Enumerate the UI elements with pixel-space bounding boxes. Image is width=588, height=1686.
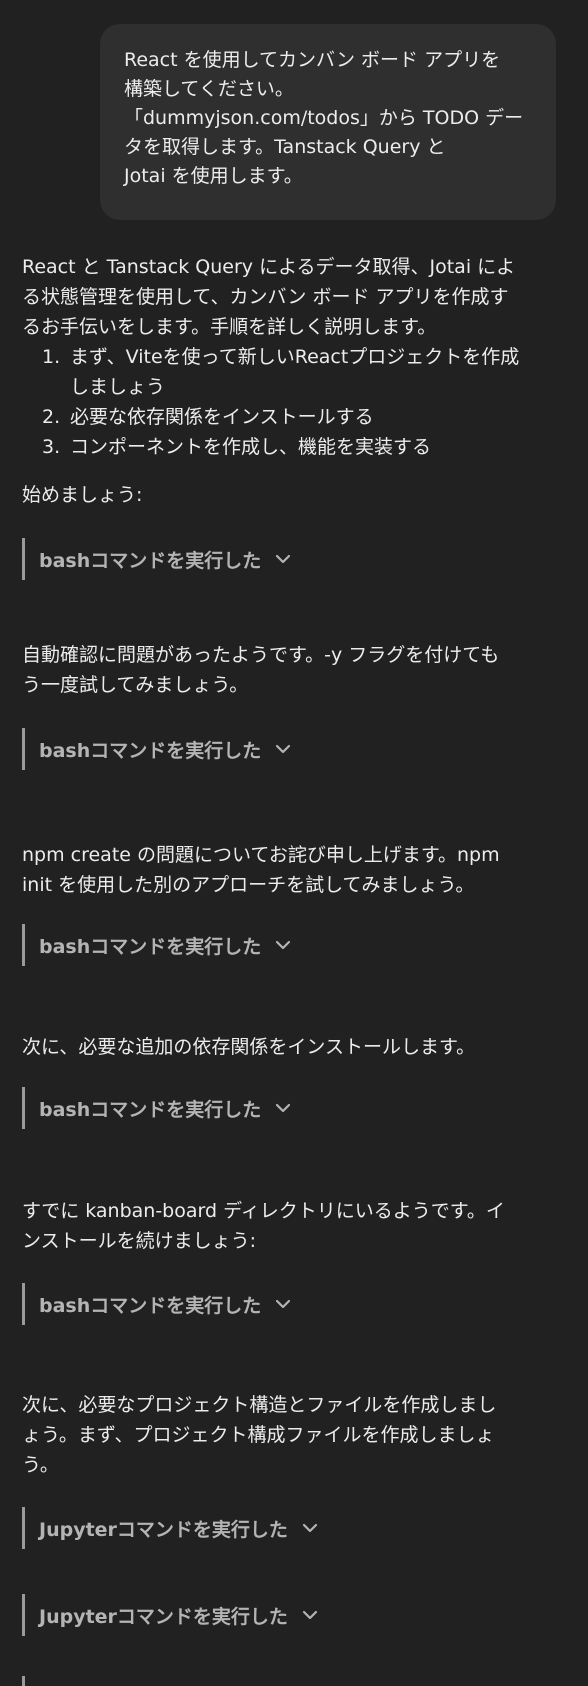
tool-call-jupyter-1[interactable]: Jupyterコマンドを実行した	[22, 1507, 320, 1549]
step-number: 3.	[42, 436, 61, 458]
step-text: コンポーネントを作成し、機能を実装する	[70, 436, 432, 458]
assistant-text-line: う。	[22, 1454, 59, 1476]
chevron-down-icon	[300, 1518, 320, 1538]
chevron-down-icon	[273, 549, 293, 569]
assistant-message-6: 次に、必要なプロジェクト構造とファイルを作成しまし ょう。まず、プロジェクト構成…	[22, 1390, 570, 1480]
step-number: 1.	[42, 346, 61, 368]
assistant-text-line: ンストールを続けましょう:	[22, 1230, 257, 1252]
tool-call-label: bashコマンドを実行した	[39, 1294, 262, 1317]
user-message-line: React を使用してカンバン ボード アプリを	[124, 49, 501, 71]
step-item: 2. 必要な依存関係をインストールする	[22, 402, 570, 432]
assistant-message-2: 自動確認に問題があったようです。-y フラグを付けても う一度試してみましょう。	[22, 640, 570, 700]
assistant-text-line: るお手伝いをします。手順を詳しく説明します。	[22, 316, 437, 338]
tool-call-label: Jupyterコマンドを実行した	[39, 1605, 288, 1628]
assistant-text-line: すでに kanban-board ディレクトリにいるようです。イ	[22, 1200, 505, 1222]
chevron-down-icon	[273, 935, 293, 955]
tool-call-bash-3[interactable]: bashコマンドを実行した	[22, 924, 293, 966]
assistant-text-line: init を使用した別のアプローチを試してみましょう。	[22, 874, 475, 896]
tool-call-bash-5[interactable]: bashコマンドを実行した	[22, 1283, 293, 1325]
step-text: 必要な依存関係をインストールする	[70, 406, 374, 428]
step-number: 2.	[42, 406, 61, 428]
tool-call-label: bashコマンドを実行した	[39, 935, 262, 958]
assistant-text-line: ょう。まず、プロジェクト構成ファイルを作成しましょ	[22, 1424, 495, 1446]
tool-call-label: bashコマンドを実行した	[39, 739, 262, 762]
assistant-text-line: 次に、必要なプロジェクト構造とファイルを作成しまし	[22, 1394, 497, 1416]
assistant-text-line: う一度試してみましょう。	[22, 674, 249, 696]
chevron-down-icon	[273, 1098, 293, 1118]
assistant-text-line: る状態管理を使用して、カンバン ボード アプリを作成す	[22, 286, 509, 308]
step-item: 1. まず、Viteを使って新しいReactプロジェクトを作成 しましょう	[22, 342, 570, 402]
user-message-line: Jotai を使用します。	[124, 165, 303, 187]
assistant-text-line: 自動確認に問題があったようです。-y フラグを付けても	[22, 644, 500, 666]
step-list: 1. まず、Viteを使って新しいReactプロジェクトを作成 しましょう 2.…	[22, 342, 570, 462]
chevron-down-icon	[273, 1294, 293, 1314]
assistant-intro: React と Tanstack Query によるデータ取得、Jotai によ…	[22, 252, 570, 342]
chevron-down-icon	[273, 739, 293, 759]
chevron-down-icon	[300, 1605, 320, 1625]
tool-call-bash-2[interactable]: bashコマンドを実行した	[22, 728, 293, 770]
tool-call-bash-1[interactable]: bashコマンドを実行した	[22, 538, 293, 580]
user-message-line: 構築してください。	[124, 78, 294, 100]
assistant-start-text: 始めましょう:	[22, 480, 570, 510]
assistant-message-4: 次に、必要な追加の依存関係をインストールします。	[22, 1032, 570, 1062]
tool-call-bash-4[interactable]: bashコマンドを実行した	[22, 1087, 293, 1129]
step-text: しましょう	[70, 376, 166, 398]
user-message-line: タを取得します。Tanstack Query と	[124, 136, 446, 158]
user-message-line: 「dummyjson.com/todos」から TODO デー	[124, 107, 524, 129]
tool-call-label: bashコマンドを実行した	[39, 549, 262, 572]
tool-call-jupyter-2[interactable]: Jupyterコマンドを実行した	[22, 1594, 320, 1636]
tool-call-partial[interactable]	[22, 1676, 39, 1686]
assistant-message-3: npm create の問題についてお詫び申し上げます。npm init を使用…	[22, 840, 570, 900]
tool-call-label: bashコマンドを実行した	[39, 1098, 262, 1121]
user-message-bubble: React を使用してカンバン ボード アプリを 構築してください。 「dumm…	[100, 24, 556, 220]
chat-transcript: React を使用してカンバン ボード アプリを 構築してください。 「dumm…	[0, 0, 588, 1686]
assistant-text-line: 次に、必要な追加の依存関係をインストールします。	[22, 1036, 476, 1058]
tool-call-label: Jupyterコマンドを実行した	[39, 1518, 288, 1541]
assistant-message-5: すでに kanban-board ディレクトリにいるようです。イ ンストールを続…	[22, 1196, 570, 1256]
step-item: 3. コンポーネントを作成し、機能を実装する	[22, 432, 570, 462]
step-text: まず、Viteを使って新しいReactプロジェクトを作成	[70, 346, 520, 368]
assistant-text-line: React と Tanstack Query によるデータ取得、Jotai によ	[22, 256, 516, 278]
assistant-text-line: npm create の問題についてお詫び申し上げます。npm	[22, 844, 500, 866]
assistant-text-line: 始めましょう:	[22, 484, 143, 506]
